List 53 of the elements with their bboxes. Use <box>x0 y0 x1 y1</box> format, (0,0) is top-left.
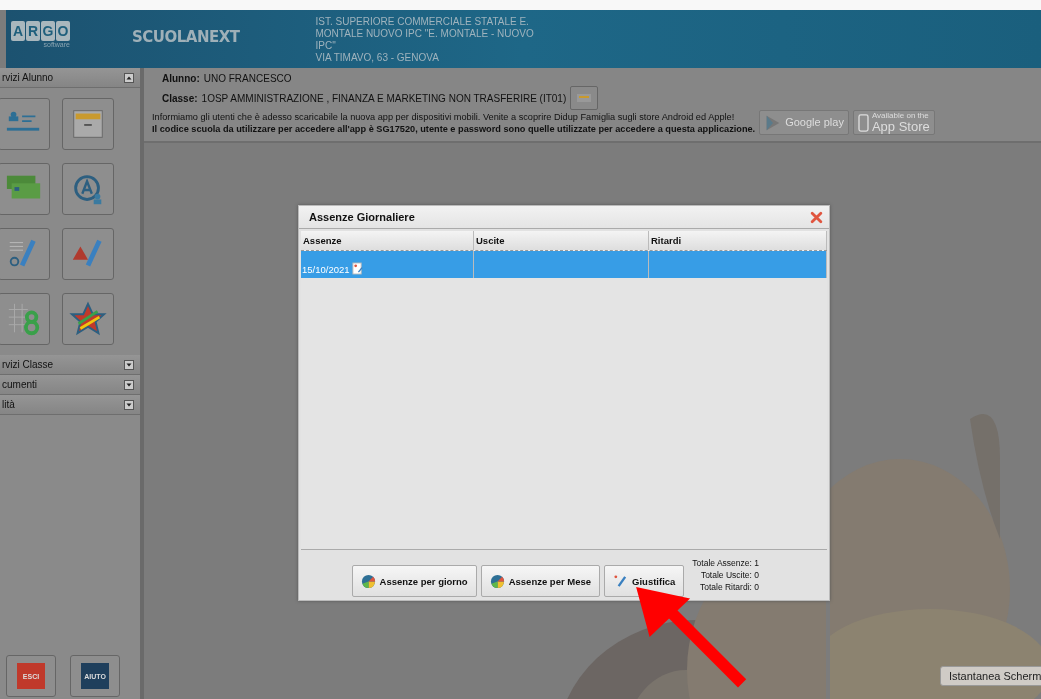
sidebar-section-header[interactable]: rvizi Classe <box>0 355 140 375</box>
collapse-toggle-icon[interactable] <box>124 359 134 370</box>
banknotes-tile[interactable] <box>0 163 50 215</box>
table-row[interactable]: 15/10/2021 <box>301 251 827 278</box>
dialog-button[interactable]: Assenze per Mese <box>480 565 601 597</box>
collapse-toggle-icon[interactable] <box>124 72 134 83</box>
student-name: UNO FRANCESCO <box>203 73 292 84</box>
app-name: SCUOLANEXT <box>132 28 240 46</box>
tooltip: Istantanea Scherm <box>940 666 1041 686</box>
user-badge-tile[interactable] <box>62 163 114 215</box>
school-name: MONTALE NUOVO IPC "E. MONTALE - NUOVO <box>315 28 534 40</box>
dialog-button[interactable]: Giustifica <box>604 565 685 597</box>
grade-pencil-tile[interactable] <box>0 228 50 280</box>
printer-icon <box>576 92 593 104</box>
edit-icon <box>613 573 629 589</box>
total-text: Totale Assenze: 1 <box>692 558 759 568</box>
total-text: Totale Uscite: 0 <box>700 570 759 580</box>
total-text: Totale Ritardi: 0 <box>699 582 759 592</box>
logo-letter: O <box>56 21 70 41</box>
warning-pencil-tile[interactable] <box>62 228 114 280</box>
star-icon <box>69 300 107 338</box>
class-label: Classe: <box>162 92 198 104</box>
school-name: IPC" <box>315 40 337 52</box>
column-header[interactable]: Ritardi <box>649 231 827 250</box>
school-name: VIA TIMAVO, 63 - GENOVA <box>315 52 440 64</box>
collapse-toggle-icon[interactable] <box>124 379 134 390</box>
sidebar-section-header[interactable]: rvizi Alunno <box>0 68 140 88</box>
sidebar-section-header[interactable]: lità <box>0 395 140 415</box>
collapse-toggle-icon[interactable] <box>124 399 134 410</box>
grade-grid-tile[interactable] <box>0 293 50 345</box>
notice-text: Il codice scuola da utilizzare per accedere all'app è SG17520, utente e password sono quelle utilizzate per accedere a questa applicazione. <box>152 123 756 135</box>
pie-chart-icon <box>360 573 376 589</box>
star-tile[interactable] <box>62 293 114 345</box>
sidebar-section-header[interactable]: cumenti <box>0 375 140 395</box>
document-icon <box>351 262 363 275</box>
dialog-button[interactable]: Assenze per giorno <box>351 565 477 597</box>
student-card-tile[interactable] <box>0 98 50 150</box>
dialog-title: Assenze Giornaliere <box>309 211 415 223</box>
close-icon[interactable] <box>810 210 823 224</box>
column-header[interactable]: Uscite <box>474 231 649 250</box>
logo-letter: G <box>41 21 55 41</box>
school-name: IST. SUPERIORE COMMERCIALE STATALE E. <box>315 16 530 28</box>
phone-icon <box>857 113 869 132</box>
table-cell: 15/10/2021 <box>302 264 350 275</box>
notice-text: Informiamo gli utenti che è adesso scaricabile la nuova app per dispositivi mobili. Venite a scoprire Didup Famiglia sugli store Android ed Apple! <box>152 111 736 123</box>
logo-letter: R <box>26 21 40 41</box>
class-name: 1OSP AMMINISTRAZIONE , FINANZA E MARKETING NON TRASFERIRE (IT01) <box>201 92 567 104</box>
column-header[interactable]: Assenze <box>301 231 474 250</box>
pie-chart-icon <box>489 573 505 589</box>
archive-tile[interactable] <box>62 98 114 150</box>
logo-letter: A <box>11 21 25 41</box>
student-label: Alunno: <box>162 73 200 84</box>
print-button[interactable] <box>570 86 599 110</box>
